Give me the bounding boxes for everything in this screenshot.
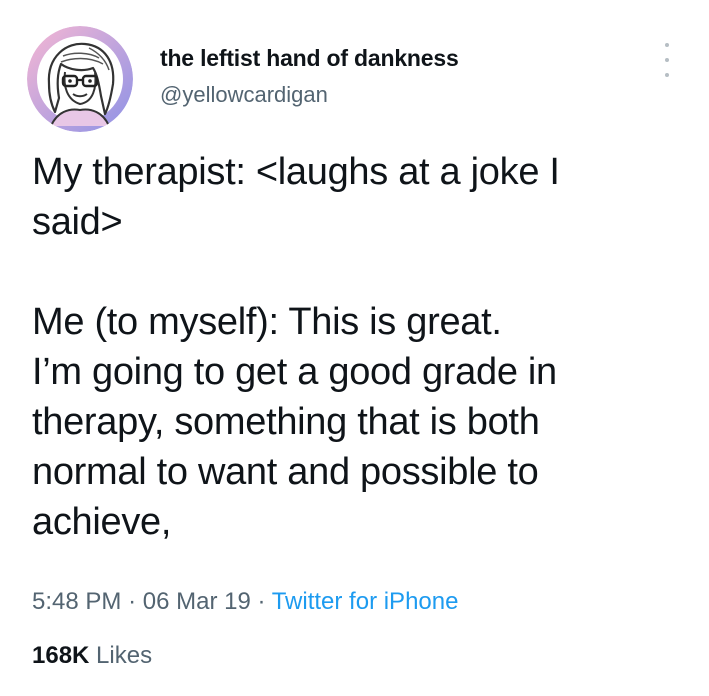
avatar[interactable] [27, 26, 133, 132]
tweet-paragraph: Me (to myself): This is great. I’m going… [32, 301, 557, 543]
tweet-metadata: 5:48 PM · 06 Mar 19 · Twitter for iPhone [32, 588, 458, 616]
author-handle[interactable]: @yellowcardigan [160, 82, 459, 108]
more-dot [665, 43, 669, 47]
tweet-text: My therapist: <laughs at a joke I said> … [32, 147, 682, 547]
author-display-name[interactable]: the leftist hand of dankness [160, 45, 459, 72]
author-block: the leftist hand of dankness @yellowcard… [160, 45, 459, 108]
tweet-card: the leftist hand of dankness @yellowcard… [0, 0, 709, 696]
meta-separator: · [257, 588, 266, 615]
tweet-paragraph: My therapist: <laughs at a joke I said> [32, 151, 560, 243]
more-vertical-icon[interactable] [662, 43, 672, 77]
more-dot [665, 58, 669, 62]
tweet-date[interactable]: 06 Mar 19 [143, 588, 251, 615]
tweet-source-link[interactable]: Twitter for iPhone [272, 588, 459, 615]
likes-count: 168K [32, 642, 90, 669]
likes-label: Likes [96, 642, 153, 669]
avatar-illustration [27, 26, 133, 132]
tweet-time[interactable]: 5:48 PM [32, 588, 121, 615]
likes-stat[interactable]: 168K Likes [32, 642, 152, 670]
meta-separator: · [128, 588, 137, 615]
more-dot [665, 73, 669, 77]
